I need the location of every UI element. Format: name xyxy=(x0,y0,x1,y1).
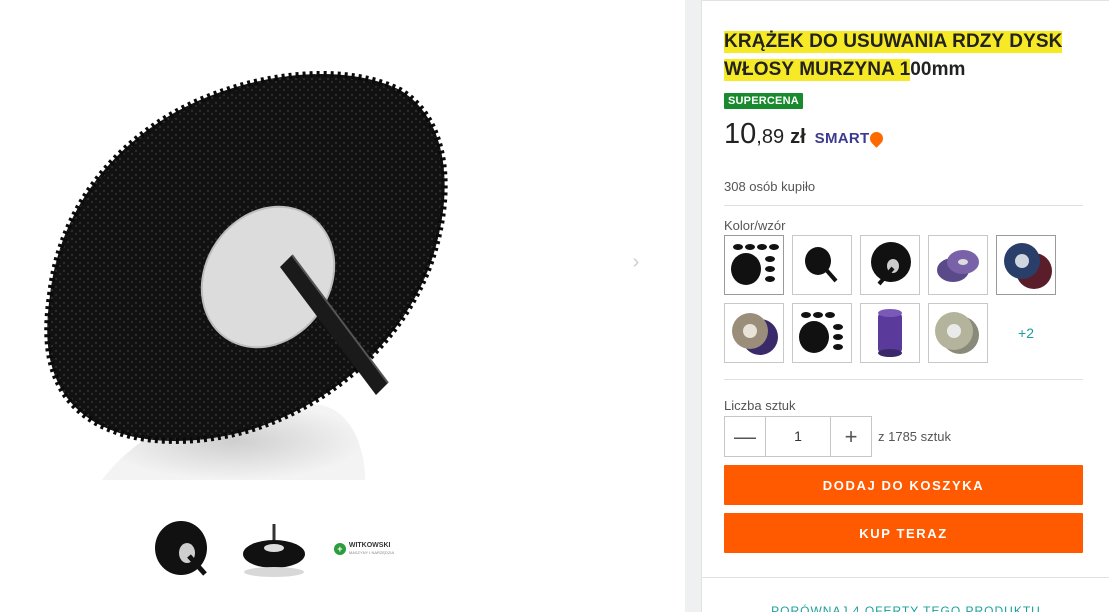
chevron-right-icon: › xyxy=(632,250,640,273)
compare-offers-link[interactable]: PORÓWNAJ 4 OFERTY TEGO PRODUKTU xyxy=(702,604,1109,612)
quantity-input[interactable]: 1 xyxy=(766,416,830,457)
price-integer: 10 xyxy=(724,118,757,150)
quantity-label: Liczba sztuk xyxy=(724,398,796,413)
quantity-increase-button[interactable]: + xyxy=(830,416,872,457)
plus-icon: + xyxy=(844,423,858,449)
smart-pin-icon xyxy=(867,129,887,148)
price-decimal: ,89 xyxy=(756,126,785,148)
add-to-cart-button[interactable]: DODAJ DO KOSZYKA xyxy=(724,465,1083,505)
variant-label: Kolor/wzór xyxy=(724,218,786,233)
bought-count: 308 osób kupiło xyxy=(724,179,816,194)
variant-option[interactable] xyxy=(724,235,784,295)
smart-badge[interactable]: SMART xyxy=(814,129,887,148)
quantity-decrease-button[interactable]: — xyxy=(724,416,766,457)
smart-label: SMART xyxy=(814,130,870,147)
product-title-text: KRĄŻEK DO USUWANIA RDZY DYSK WŁOSY MURZY… xyxy=(724,28,1084,84)
gallery-next-button[interactable]: › xyxy=(610,236,662,288)
variant-option[interactable] xyxy=(928,303,988,363)
product-info-panel: KRĄŻEK DO USUWANIA RDZY DYSK WŁOSY MURZY… xyxy=(701,0,1109,612)
variant-option[interactable] xyxy=(792,235,852,295)
divider xyxy=(702,577,1109,578)
product-gallery: › + WITKOWSKI MASZYNY I NARZĘDZIA xyxy=(0,0,685,612)
more-variants-link[interactable]: +2 xyxy=(996,303,1056,363)
supercena-badge: SUPERCENA xyxy=(724,93,803,109)
variant-selector: +2 xyxy=(724,235,1084,371)
variant-option[interactable] xyxy=(996,235,1056,295)
variant-row-1 xyxy=(724,235,1084,295)
panel-border xyxy=(702,0,1109,1)
variant-option[interactable] xyxy=(792,303,852,363)
column-divider xyxy=(685,0,701,612)
variant-option[interactable] xyxy=(928,235,988,295)
brand-logo: + WITKOWSKI MASZYNY I NARZĘDZIA xyxy=(333,542,395,556)
price: 10 ,89 zł SMART xyxy=(724,118,887,151)
title-highlight: KRĄŻEK DO USUWANIA RDZY DYSK WŁOSY MURZY… xyxy=(724,29,1063,82)
thumbnail-1[interactable] xyxy=(150,515,218,583)
minus-icon: — xyxy=(734,423,756,449)
product-page: › + WITKOWSKI MASZYNY I NARZĘDZIA KRĄŻEK… xyxy=(0,0,1109,612)
stock-available: z 1785 sztuk xyxy=(878,429,951,444)
buy-now-button[interactable]: KUP TERAZ xyxy=(724,513,1083,553)
thumbnail-3[interactable]: + WITKOWSKI MASZYNY I NARZĘDZIA xyxy=(330,515,398,583)
product-title: KRĄŻEK DO USUWANIA RDZY DYSK WŁOSY MURZY… xyxy=(724,28,1084,84)
plus-icon: + xyxy=(333,543,346,555)
variant-row-2: +2 xyxy=(724,303,1084,363)
brand-logo-subtext: MASZYNY I NARZĘDZIA xyxy=(348,550,395,555)
main-product-image[interactable] xyxy=(30,45,460,485)
title-rest: 00mm xyxy=(910,59,966,80)
divider xyxy=(724,379,1083,380)
variant-option[interactable] xyxy=(860,235,920,295)
variant-option[interactable] xyxy=(724,303,784,363)
thumbnail-2[interactable] xyxy=(240,515,308,583)
price-currency: zł xyxy=(790,126,806,148)
brand-logo-text: WITKOWSKI xyxy=(348,542,391,549)
divider xyxy=(724,205,1083,206)
gallery-thumbnails: + WITKOWSKI MASZYNY I NARZĘDZIA xyxy=(150,515,398,583)
variant-option[interactable] xyxy=(860,303,920,363)
quantity-stepper: — 1 + xyxy=(724,416,872,457)
